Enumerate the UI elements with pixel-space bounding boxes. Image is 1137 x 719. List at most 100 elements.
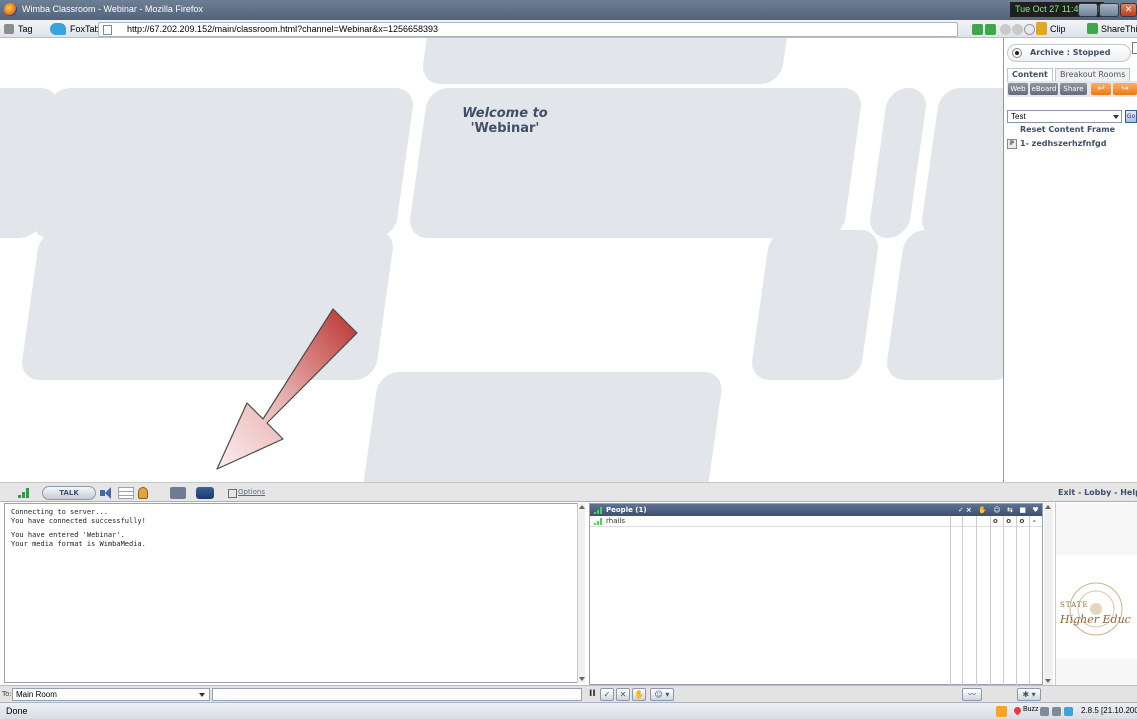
web-button[interactable]: Web <box>1008 83 1028 95</box>
exit-lobby-help-links[interactable]: Exit - Lobby - Help <box>1058 488 1137 497</box>
raise-hand-icon[interactable]: ✋ <box>632 688 646 701</box>
scroll-up-icon[interactable] <box>1045 505 1051 509</box>
share-button[interactable]: Share <box>1060 83 1087 95</box>
talk-button[interactable]: TALK <box>42 486 96 500</box>
logo-panel: STATE Higher Educ <box>1055 503 1137 685</box>
chat-message: You have entered 'Webinar'. <box>11 531 125 539</box>
record-icon <box>1012 48 1022 58</box>
microphone-icon[interactable] <box>138 487 148 499</box>
content-select[interactable]: Test <box>1007 110 1122 123</box>
content-select-value: Test <box>1011 112 1026 121</box>
address-bar[interactable]: http://67.202.209.152/main/classroom.htm… <box>98 22 958 37</box>
settings-menu-button[interactable]: ✱ ▾ <box>1017 688 1041 701</box>
maximize-button[interactable] <box>1099 3 1119 17</box>
go-button[interactable]: Go <box>1125 110 1137 123</box>
chevron-down-icon <box>1113 115 1119 119</box>
gear-icon[interactable] <box>1000 24 1011 35</box>
mail-icon[interactable] <box>1052 707 1061 716</box>
signal-strength-icon <box>594 507 602 514</box>
people-header: People (1) ✓× ✋ ☺ ⇆ ■ ♥ ↓ <box>590 504 1042 526</box>
browser-toolbar: Tag FoxTab http://67.202.209.152/main/cl… <box>0 20 1137 38</box>
foxtab-button[interactable]: FoxTab <box>50 22 100 36</box>
popout-icon[interactable] <box>1132 42 1137 54</box>
content-list-item[interactable]: P 1- zedhszerhzfnfgd <box>1007 138 1137 150</box>
window-title: Wimba Classroom - Webinar - Mozilla Fire… <box>22 4 203 14</box>
status-text: Done <box>6 706 28 716</box>
tab-breakout-rooms[interactable]: Breakout Rooms <box>1055 68 1131 81</box>
check-icon[interactable]: ✓ <box>600 688 614 701</box>
welcome-message: Welcome to 'Webinar' <box>420 106 590 136</box>
chat-message: You have connected successfully! <box>11 517 146 525</box>
participant-name: rhails <box>606 517 626 525</box>
tag-button[interactable]: Tag <box>4 22 33 36</box>
window-title-bar: Wimba Classroom - Webinar - Mozilla Fire… <box>0 0 1137 20</box>
content-item-label: 1- zedhszerhzfnfgd <box>1020 139 1107 148</box>
page-icon <box>103 25 112 35</box>
foxtab-status-icon[interactable] <box>1064 707 1073 716</box>
buzz-button[interactable]: Buzz <box>1014 706 1039 713</box>
speaker-icon[interactable] <box>100 487 116 499</box>
signal-strength-icon <box>18 488 34 498</box>
minimize-button[interactable] <box>1078 3 1098 17</box>
background-tile <box>749 230 881 380</box>
chat-log: Connecting to server... You have connect… <box>4 503 585 683</box>
welcome-line-1: Welcome to <box>462 106 548 121</box>
scroll-up-icon[interactable] <box>579 505 585 509</box>
eboard-button[interactable]: eBoard <box>1030 83 1058 95</box>
column-divider <box>950 516 951 686</box>
archive-status[interactable]: Archive : Stopped <box>1007 44 1131 62</box>
archive-status-label: Archive : Stopped <box>1030 48 1111 57</box>
column-divider <box>1029 516 1030 686</box>
addon-icon[interactable] <box>1040 707 1049 716</box>
panel-tabs: Content Breakout Rooms <box>1007 68 1137 81</box>
addon-green-icon[interactable] <box>972 24 983 35</box>
background-tile <box>29 88 416 238</box>
background-tile <box>884 230 1003 380</box>
column-divider <box>962 516 963 686</box>
room-select[interactable]: Main Room <box>12 688 210 701</box>
seal-text: STATE <box>1060 601 1089 609</box>
right-panel: Archive : Stopped Content Breakout Rooms… <box>1003 38 1137 482</box>
background-tile <box>360 372 725 482</box>
clip-button[interactable]: Clip <box>1036 22 1066 36</box>
camera-icon[interactable] <box>170 487 186 499</box>
audio-wave-icon[interactable]: 〰 <box>962 688 982 701</box>
welcome-room-name: 'Webinar' <box>470 121 540 136</box>
cross-icon[interactable]: ✕ <box>616 688 630 701</box>
column-divider <box>1003 516 1004 686</box>
reset-content-frame-link[interactable]: Reset Content Frame <box>1020 125 1115 134</box>
ring-icon[interactable] <box>1024 24 1035 35</box>
close-button[interactable]: ✕ <box>1120 3 1137 17</box>
chat-scrollbar[interactable] <box>577 503 585 683</box>
options-link[interactable]: Options <box>228 487 265 498</box>
addon-share-icon[interactable] <box>985 24 996 35</box>
people-title: People (1) <box>606 506 647 514</box>
institution-seal-logo: STATE Higher Educ <box>1056 555 1137 659</box>
forward-arrow-icon[interactable]: ↪ <box>1113 83 1137 95</box>
column-divider <box>976 516 977 686</box>
chat-message: Your media format is WimbaMedia. <box>11 540 146 548</box>
scroll-down-icon[interactable] <box>1045 679 1051 683</box>
tab-content[interactable]: Content <box>1007 68 1053 81</box>
signal-strength-icon <box>594 518 602 525</box>
pause-button[interactable]: II <box>589 689 597 700</box>
background-tile <box>919 88 1003 238</box>
chevron-down-icon <box>199 693 205 697</box>
content-toolbar: Web eBoard Share ↩ ↪ <box>1007 81 1137 97</box>
chat-message-input[interactable] <box>212 688 582 701</box>
address-url: http://67.202.209.152/main/classroom.htm… <box>127 24 439 34</box>
background-tile <box>19 230 396 380</box>
to-label: To: <box>2 690 12 698</box>
firefox-icon <box>4 3 17 16</box>
back-arrow-icon[interactable]: ↩ <box>1091 83 1111 95</box>
people-scrollbar[interactable] <box>1044 503 1053 685</box>
warning-icon[interactable] <box>996 706 1007 717</box>
scroll-down-icon[interactable] <box>579 677 585 681</box>
addon-circle-icon[interactable] <box>1012 24 1023 35</box>
emoticon-menu-button[interactable]: ☺ ▾ <box>650 688 674 701</box>
sharethis-button[interactable]: ShareThis <box>1087 22 1137 36</box>
telephone-icon[interactable] <box>196 487 214 499</box>
background-tile <box>420 38 790 84</box>
volume-level-icon[interactable] <box>118 487 134 499</box>
participant-row[interactable]: rhails o o o - <box>590 516 1042 527</box>
